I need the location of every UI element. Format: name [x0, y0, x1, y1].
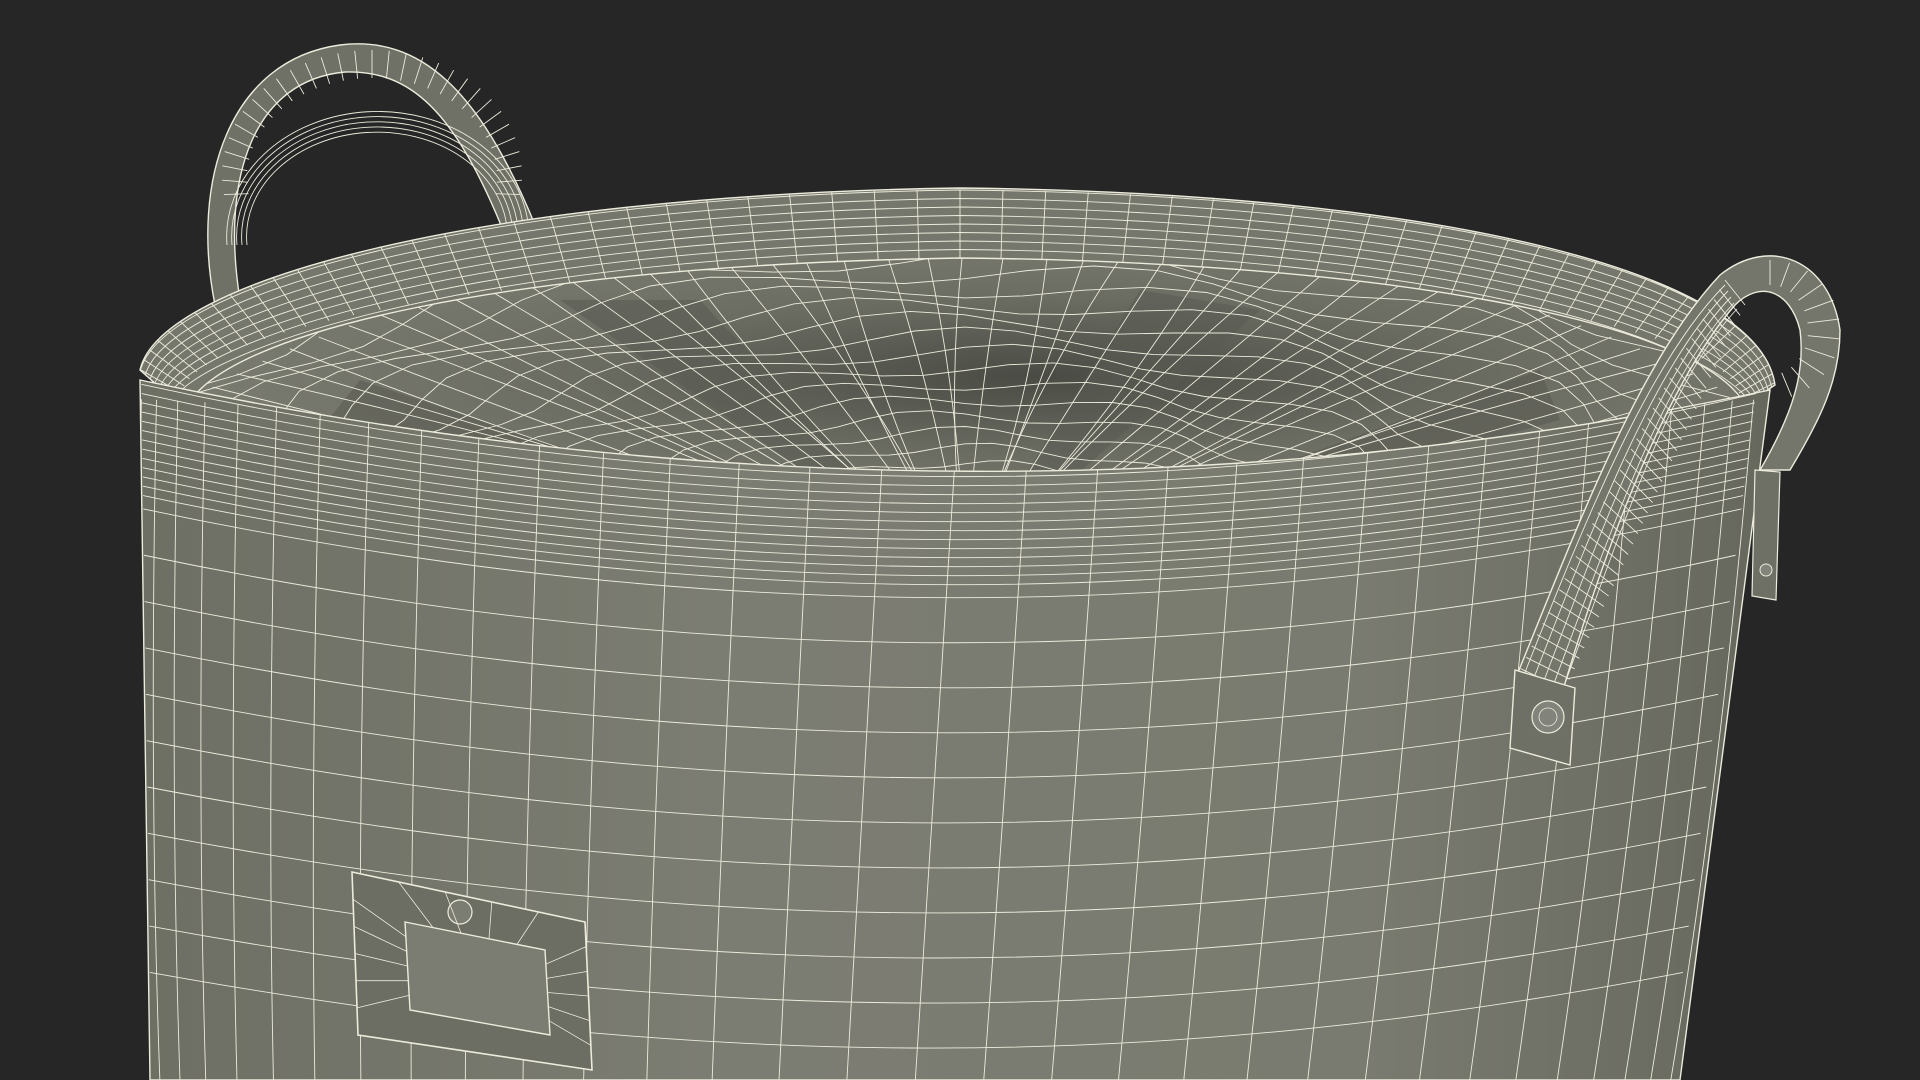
wireframe-render-canvas	[139, 43, 1841, 1080]
rivet-icon	[1531, 700, 1565, 734]
